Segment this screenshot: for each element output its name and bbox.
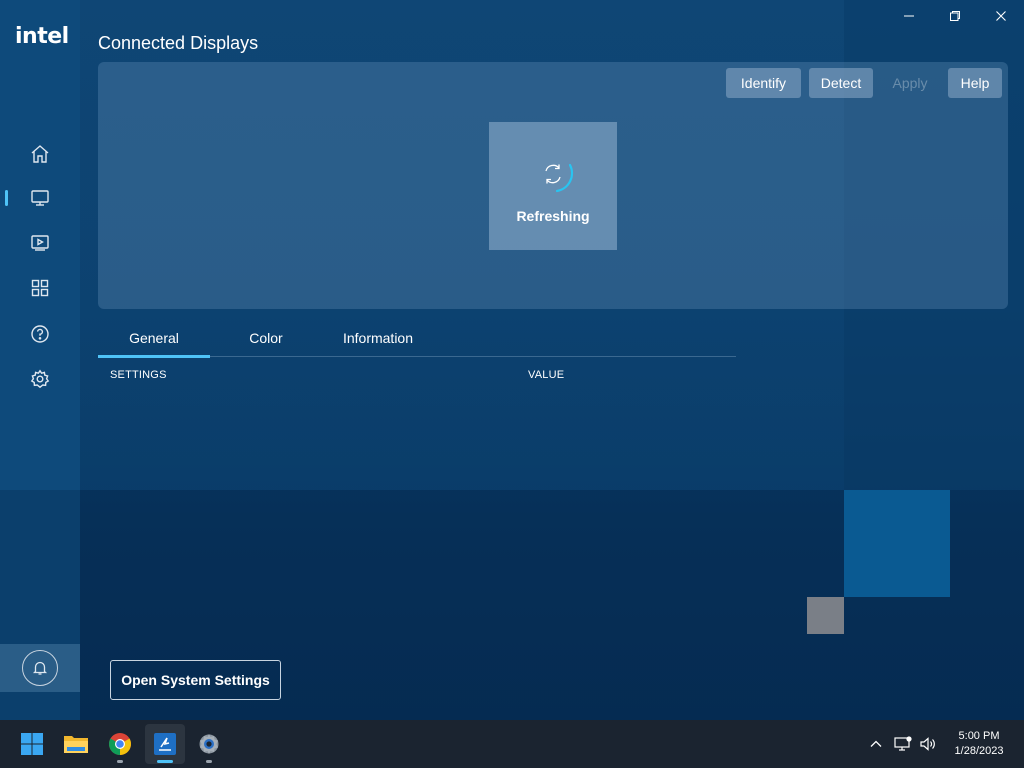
- tab-bar: General Color Information: [98, 318, 736, 358]
- taskbar-chrome[interactable]: [100, 724, 140, 764]
- tab-color[interactable]: Color: [220, 318, 312, 357]
- intel-logo: intel: [15, 24, 69, 49]
- gear-icon: [30, 369, 50, 389]
- tab-information[interactable]: Information: [324, 318, 432, 357]
- sidebar-item-settings[interactable]: [0, 359, 80, 399]
- active-app-indicator: [157, 760, 173, 763]
- minimize-button[interactable]: [886, 4, 932, 28]
- show-hidden-icons-button[interactable]: [866, 734, 886, 754]
- grid-icon: [31, 279, 49, 297]
- refreshing-card: Refreshing: [489, 122, 617, 250]
- help-icon: [31, 325, 49, 343]
- active-indicator: [5, 190, 8, 206]
- video-icon: [31, 235, 49, 251]
- monitor-icon: [31, 190, 49, 206]
- chevron-up-icon: [870, 740, 882, 747]
- detect-button[interactable]: Detect: [809, 68, 873, 98]
- sidebar-item-video[interactable]: [0, 223, 80, 263]
- bell-icon: [32, 661, 48, 675]
- taskbar-intel-graphics[interactable]: [145, 724, 185, 764]
- sidebar: intel: [0, 0, 80, 720]
- open-system-settings-button[interactable]: Open System Settings: [110, 660, 281, 700]
- sidebar-item-help[interactable]: [0, 314, 80, 354]
- running-indicator: [206, 760, 212, 763]
- page-title: Connected Displays: [98, 33, 259, 53]
- network-icon: [894, 736, 912, 751]
- sidebar-item-display[interactable]: [0, 178, 80, 218]
- volume-tray-button[interactable]: [918, 734, 938, 754]
- background-square-blue: [844, 490, 950, 597]
- sidebar-item-home[interactable]: [0, 134, 80, 174]
- home-icon: [31, 145, 49, 163]
- restore-icon: [950, 11, 960, 21]
- settings-column-header: SETTINGS: [110, 369, 167, 381]
- windows-start-icon: [21, 733, 43, 755]
- close-button[interactable]: [978, 4, 1024, 28]
- value-column-header: VALUE: [528, 369, 565, 381]
- chrome-icon: [109, 733, 131, 755]
- display-panel: Identify Detect Apply Help Refreshing: [98, 62, 1008, 309]
- background-square-grey: [807, 597, 844, 634]
- refreshing-label: Refreshing: [516, 208, 590, 224]
- close-icon: [996, 11, 1006, 21]
- minimize-icon: [904, 15, 914, 17]
- folder-icon: [64, 736, 88, 753]
- taskbar-settings[interactable]: [189, 724, 229, 764]
- help-button[interactable]: Help: [948, 68, 1002, 98]
- taskbar-start-button[interactable]: [12, 724, 52, 764]
- taskbar-file-explorer[interactable]: [56, 724, 96, 764]
- volume-icon: [920, 737, 935, 751]
- running-indicator: [117, 760, 123, 763]
- clock-date: 1/28/2023: [954, 745, 1004, 757]
- intel-graphics-icon: [154, 733, 176, 755]
- settings-gear-icon: [199, 734, 219, 754]
- notification-button[interactable]: [22, 650, 58, 686]
- identify-button[interactable]: Identify: [726, 68, 801, 98]
- clock-time: 5:00 PM: [958, 730, 1000, 742]
- sidebar-item-apps[interactable]: [0, 268, 80, 308]
- refresh-spinner-icon: [545, 163, 574, 193]
- apply-button[interactable]: Apply: [878, 68, 942, 98]
- network-tray-button[interactable]: [893, 734, 913, 754]
- taskbar-clock[interactable]: 5:00 PM 1/28/2023: [948, 729, 1010, 759]
- notification-area: [0, 644, 80, 692]
- tab-general[interactable]: General: [98, 318, 210, 358]
- restore-button[interactable]: [932, 4, 978, 28]
